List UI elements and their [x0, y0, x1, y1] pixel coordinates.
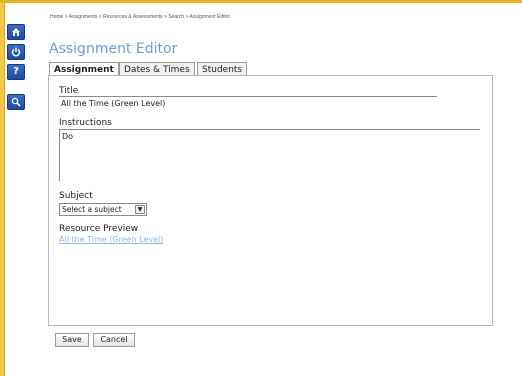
assignment-form-panel [48, 75, 493, 326]
page-title: Assignment Editor [49, 41, 178, 57]
save-button[interactable]: Save [55, 333, 89, 347]
home-icon[interactable] [7, 24, 25, 40]
resource-preview-label: Resource Preview [59, 224, 139, 234]
cancel-button[interactable]: Cancel [93, 333, 135, 347]
chevron-down-icon[interactable]: ▼ [135, 205, 145, 214]
instructions-label: Instructions [59, 118, 112, 128]
help-glyph: ? [13, 66, 19, 77]
subject-select[interactable]: Select a subject ▼ [59, 203, 147, 216]
left-accent-bar [0, 3, 5, 376]
subject-selected-value: Select a subject [62, 205, 122, 214]
help-icon[interactable]: ? [7, 64, 25, 80]
power-icon[interactable] [7, 44, 25, 60]
title-input[interactable]: All the Time (Green Level) [59, 96, 437, 108]
breadcrumb[interactable]: Home > Assignments > Resources & Assessm… [50, 14, 230, 20]
search-icon[interactable] [7, 94, 25, 110]
instructions-textarea[interactable]: Do [59, 129, 480, 181]
subject-label: Subject [59, 191, 93, 201]
title-label: Title [59, 86, 79, 96]
resource-preview-link[interactable]: All the Time (Green Level) [59, 235, 163, 244]
